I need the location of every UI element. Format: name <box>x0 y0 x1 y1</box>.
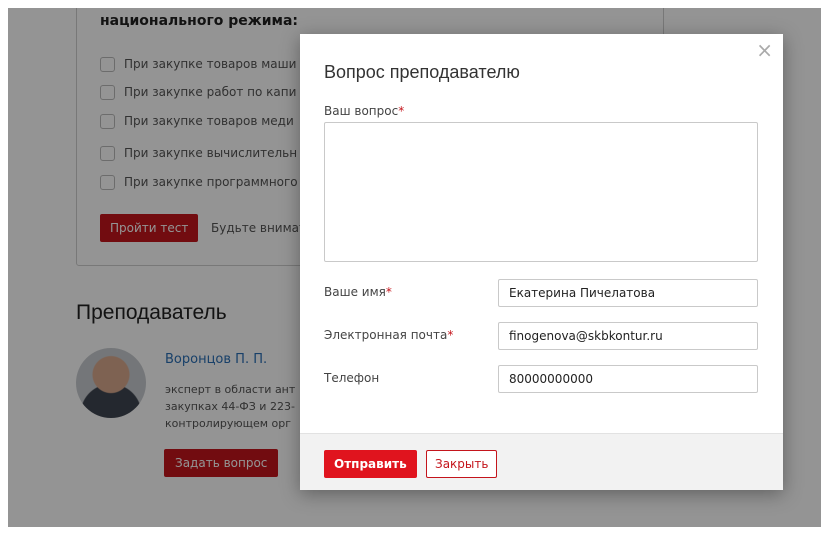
required-mark: * <box>447 328 454 342</box>
page-frame: национального режима: При закупке товаро… <box>8 8 821 527</box>
close-button[interactable]: Закрыть <box>426 450 498 478</box>
question-modal: × Вопрос преподавателю Ваш вопрос* Ваше … <box>300 34 783 490</box>
question-label-text: Ваш вопрос <box>324 104 399 118</box>
name-label: Ваше имя* <box>324 285 392 299</box>
name-field[interactable] <box>498 279 758 307</box>
close-icon[interactable]: × <box>756 40 773 60</box>
name-label-text: Ваше имя <box>324 285 386 299</box>
email-field[interactable] <box>498 322 758 350</box>
required-mark: * <box>398 104 405 118</box>
phone-label: Телефон <box>324 371 379 385</box>
required-mark: * <box>385 285 392 299</box>
question-textarea[interactable] <box>324 122 758 262</box>
phone-label-text: Телефон <box>324 371 380 385</box>
modal-footer: Отправить Закрыть <box>300 433 783 490</box>
email-label-text: Электронная почта <box>324 328 448 342</box>
send-button[interactable]: Отправить <box>324 450 417 478</box>
phone-field[interactable] <box>498 365 758 393</box>
modal-title: Вопрос преподавателю <box>324 62 520 82</box>
question-label: Ваш вопрос* <box>324 104 404 118</box>
email-label: Электронная почта* <box>324 328 453 342</box>
